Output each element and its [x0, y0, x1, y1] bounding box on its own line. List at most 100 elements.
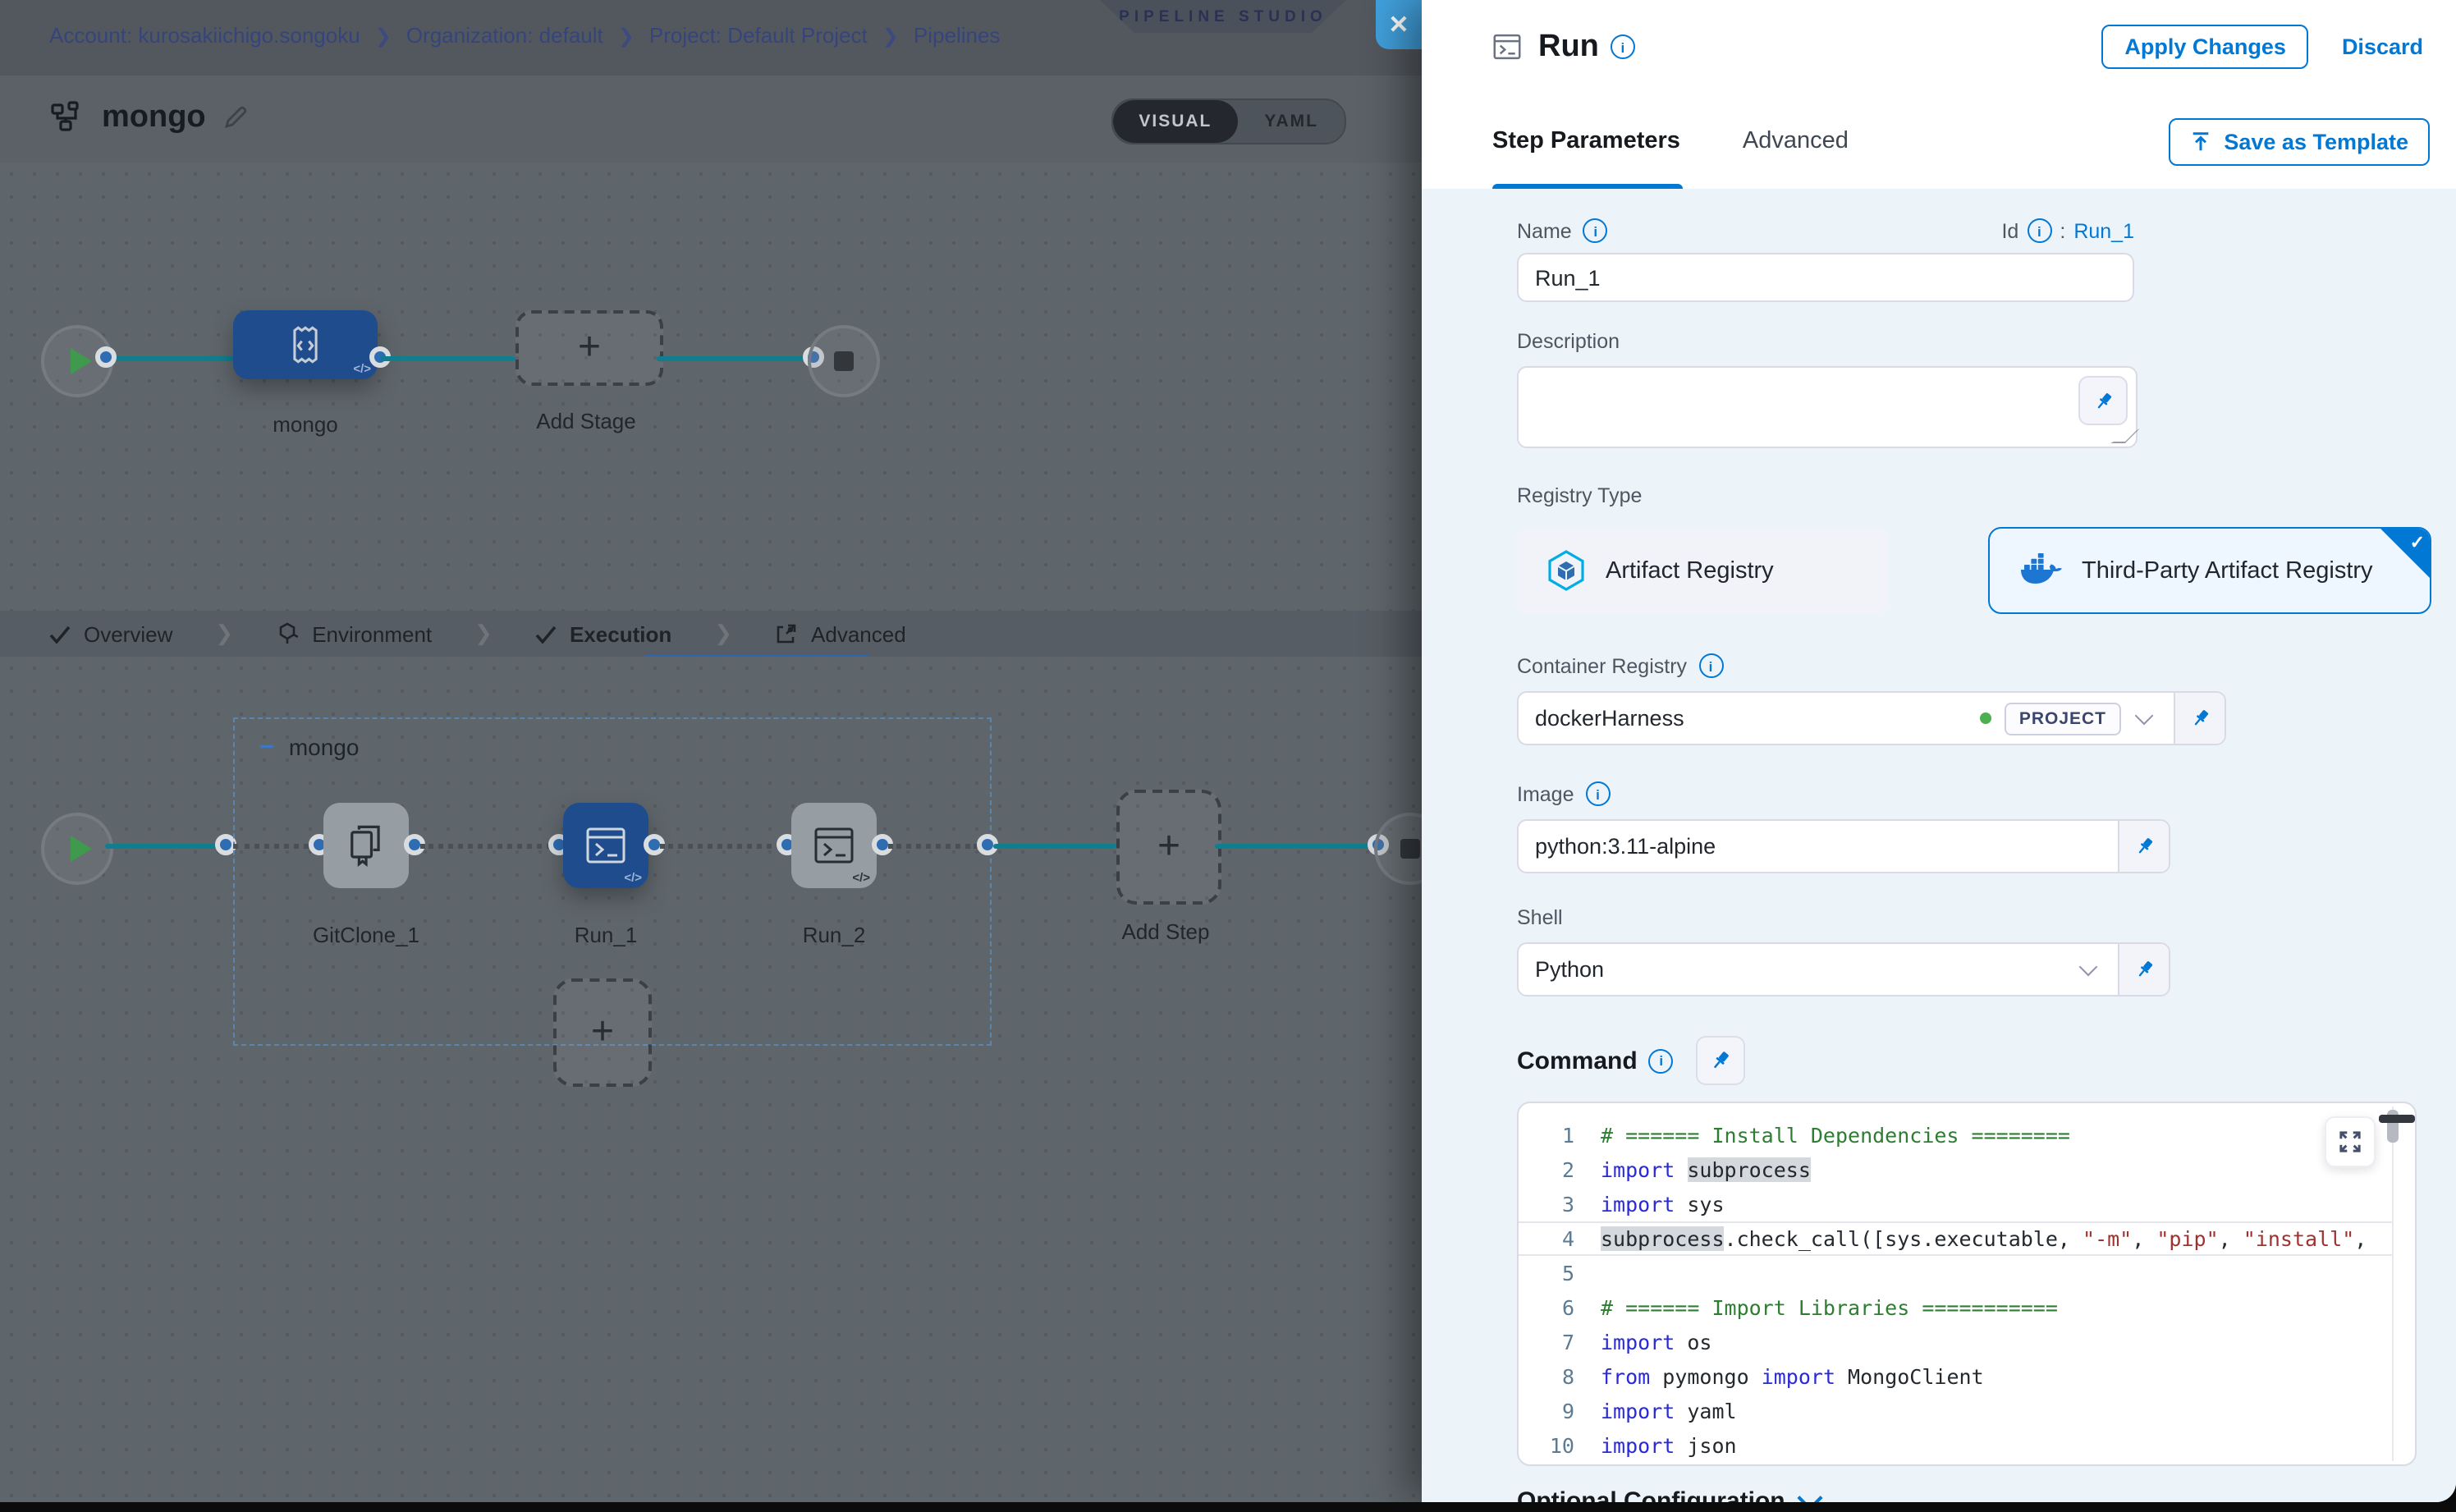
- info-icon[interactable]: i: [1583, 218, 1608, 243]
- info-icon[interactable]: i: [1698, 653, 1723, 678]
- code-line[interactable]: 8from pymongo import MongoClient: [1519, 1359, 2392, 1394]
- pipeline-studio-dimmed-area: Account: kurosakiichigo.songoku ❯ Organiza…: [0, 0, 1422, 1502]
- screen-bottom-edge: [0, 1502, 2456, 1512]
- breadcrumb-item[interactable]: Project: Default Project: [649, 23, 868, 48]
- registry-type-label: Registry Type: [1517, 484, 2456, 507]
- check-icon: ✓: [2410, 532, 2425, 553]
- info-icon[interactable]: i: [1611, 34, 1635, 59]
- code-text: import subprocess: [1601, 1152, 2392, 1187]
- resize-handle[interactable]: [2110, 428, 2140, 443]
- step-id-value[interactable]: Run_1: [2073, 219, 2134, 242]
- pin-input-type-button[interactable]: [2174, 693, 2225, 744]
- dotted-connector: [660, 844, 781, 849]
- code-line[interactable]: 1# ====== Install Dependencies ========: [1519, 1118, 2392, 1152]
- visual-yaml-toggle[interactable]: VISUAL YAML: [1111, 99, 1346, 144]
- expand-editor-button[interactable]: [2325, 1116, 2376, 1167]
- tab-overview[interactable]: Overview: [49, 621, 172, 646]
- registry-option-third-party-selected[interactable]: Third-Party Artifact Registry ✓: [1988, 527, 2431, 614]
- pin-input-type-button[interactable]: [1697, 1036, 1746, 1085]
- dotted-connector: [420, 844, 552, 849]
- info-icon[interactable]: i: [2027, 218, 2051, 243]
- code-text: import os: [1601, 1325, 2392, 1359]
- drawer-tabs: Step Parameters Advanced Save as Templat…: [1422, 94, 2456, 189]
- code-line[interactable]: 9import yaml: [1519, 1394, 2392, 1428]
- stop-icon: [834, 351, 854, 371]
- tab-environment[interactable]: Environment: [276, 621, 432, 646]
- save-as-template-button[interactable]: Save as Template: [2168, 117, 2430, 165]
- apply-changes-button[interactable]: Apply Changes: [2101, 25, 2309, 69]
- collapse-icon[interactable]: –: [259, 739, 274, 755]
- description-label: Description: [1517, 330, 2456, 353]
- optional-configuration-toggle[interactable]: Optional Configuration: [1517, 1487, 2456, 1502]
- code-line[interactable]: 10import json: [1519, 1428, 2392, 1463]
- image-input-group[interactable]: python:3.11-alpine: [1517, 819, 2170, 873]
- stage-tabs: Overview ❯ Environment ❯ Execution ❯ Adv…: [0, 611, 1422, 658]
- command-code-editor[interactable]: 1# ====== Install Dependencies ========2…: [1517, 1102, 2417, 1466]
- pin-input-type-button[interactable]: [2118, 821, 2169, 872]
- step-node-gitclone-1[interactable]: [323, 803, 409, 888]
- breadcrumb-separator: ❯: [618, 24, 635, 47]
- close-drawer-button[interactable]: ✕: [1376, 0, 1422, 49]
- add-step-button[interactable]: +: [1116, 790, 1221, 905]
- edit-pencil-icon[interactable]: [222, 105, 249, 131]
- step-node-run-1-selected[interactable]: </>: [563, 803, 648, 888]
- code-line[interactable]: 7import os: [1519, 1325, 2392, 1359]
- name-input[interactable]: Run_1: [1517, 253, 2134, 302]
- shell-select[interactable]: Python: [1517, 942, 2170, 997]
- step-node-run-2[interactable]: </>: [791, 803, 877, 888]
- connector: [657, 356, 804, 361]
- stage-node-mongo[interactable]: </>: [233, 310, 378, 379]
- tab-advanced[interactable]: Advanced: [1743, 128, 1849, 154]
- code-line[interactable]: 3import sys: [1519, 1187, 2392, 1221]
- step-label: Run_1: [537, 923, 675, 947]
- discard-button[interactable]: Discard: [2342, 34, 2423, 59]
- info-icon[interactable]: i: [1649, 1048, 1674, 1073]
- pushpin-icon: [2189, 708, 2211, 729]
- code-line[interactable]: 4subprocess.check_call([sys.executable, …: [1519, 1221, 2392, 1256]
- registry-option-artifact-registry[interactable]: Artifact Registry: [1517, 527, 1888, 614]
- line-number: 4: [1519, 1223, 1601, 1254]
- code-line[interactable]: 5: [1519, 1256, 2392, 1290]
- tab-separator: ❯: [474, 621, 493, 647]
- active-tab-underline: [1492, 183, 1683, 189]
- pin-input-type-button[interactable]: [2118, 944, 2169, 995]
- code-line[interactable]: 2import subprocess: [1519, 1152, 2392, 1187]
- line-number: 3: [1519, 1187, 1601, 1221]
- line-number: 1: [1519, 1118, 1601, 1152]
- connector: [993, 844, 1116, 849]
- breadcrumb-item[interactable]: Organization: default: [406, 23, 603, 48]
- toggle-visual[interactable]: VISUAL: [1112, 100, 1238, 143]
- connector-status-dot: [1980, 712, 1991, 724]
- tab-execution[interactable]: Execution: [535, 621, 671, 646]
- pipeline-end-node: [808, 325, 880, 397]
- code-lines[interactable]: 1# ====== Install Dependencies ========2…: [1519, 1118, 2392, 1463]
- code-line[interactable]: 6# ====== Import Libraries ===========: [1519, 1290, 2392, 1325]
- editor-scrollbar-track[interactable]: [2392, 1107, 2394, 1461]
- pin-input-type-button[interactable]: [2078, 376, 2128, 425]
- container-registry-select[interactable]: dockerHarness PROJECT: [1517, 691, 2226, 745]
- play-icon: [70, 836, 91, 862]
- breadcrumb-item[interactable]: Pipelines: [914, 23, 1001, 48]
- breadcrumb-separator: ❯: [882, 24, 899, 47]
- chevron-down-icon[interactable]: [2079, 958, 2098, 977]
- breadcrumb-item[interactable]: Account: kurosakiichigo.songoku: [49, 23, 360, 48]
- info-icon[interactable]: i: [1586, 781, 1611, 806]
- tab-step-parameters[interactable]: Step Parameters: [1492, 128, 1680, 154]
- image-value: python:3.11-alpine: [1535, 834, 2101, 859]
- chevron-down-icon[interactable]: [2135, 707, 2154, 726]
- pipeline-title-group: mongo: [49, 100, 249, 136]
- run-step-icon: [1492, 33, 1522, 61]
- step-group-label: mongo: [289, 734, 360, 760]
- add-step-below-button[interactable]: +: [553, 978, 652, 1087]
- step-label: GitClone_1: [297, 923, 435, 947]
- shell-label: Shell: [1517, 906, 2456, 929]
- step-group-header[interactable]: – mongo: [259, 734, 359, 760]
- line-number: 10: [1519, 1428, 1601, 1463]
- description-textarea[interactable]: [1517, 366, 2138, 448]
- toggle-yaml[interactable]: YAML: [1238, 100, 1345, 143]
- scope-badge: PROJECT: [2005, 702, 2121, 735]
- code-badge: </>: [353, 361, 371, 376]
- pipeline-graph-icon: [49, 100, 85, 136]
- add-stage-button[interactable]: +: [515, 310, 663, 386]
- tab-advanced[interactable]: Advanced: [775, 621, 906, 646]
